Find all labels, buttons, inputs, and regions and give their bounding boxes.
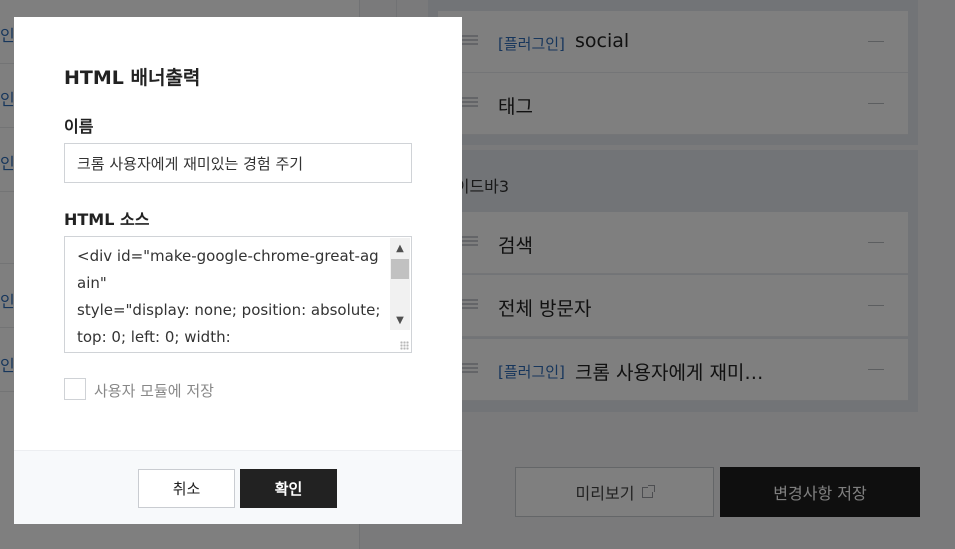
resize-handle-icon[interactable] [400,341,409,350]
dialog-title: HTML 배너출력 [64,67,201,89]
save-to-user-module-label[interactable]: 사용자 모듈에 저장 [94,380,214,401]
dialog-footer [14,450,462,524]
save-to-user-module-checkbox[interactable] [64,378,86,400]
name-input[interactable] [64,143,412,183]
html-source-label: HTML 소스 [64,210,150,229]
confirm-button[interactable]: 확인 [240,469,337,508]
chevron-down-icon[interactable]: ▼ [390,311,410,329]
scrollbar-thumb[interactable] [391,259,409,279]
html-banner-dialog: HTML 배너출력 이름 HTML 소스 <div id="make-googl… [14,17,462,524]
chevron-up-icon[interactable]: ▲ [390,239,410,257]
html-source-textarea[interactable]: <div id="make-google-chrome-great-again"… [64,236,412,353]
cancel-button[interactable]: 취소 [138,469,235,508]
html-source-text: <div id="make-google-chrome-great-again"… [77,247,381,346]
name-label: 이름 [64,117,94,136]
